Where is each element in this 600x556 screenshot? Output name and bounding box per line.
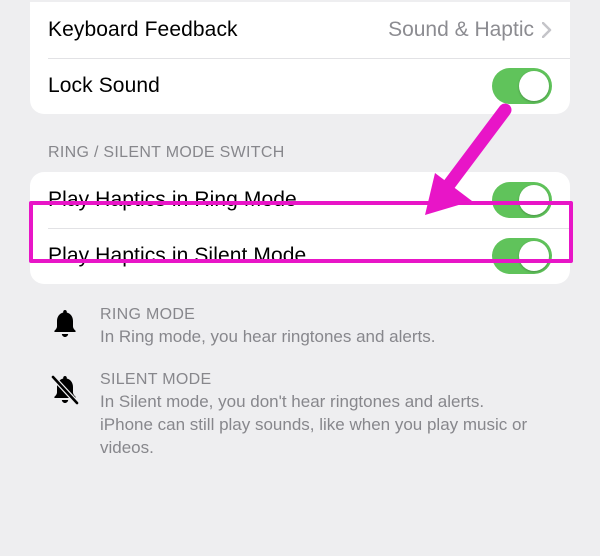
row-play-haptics-ring: Play Haptics in Ring Mode — [30, 172, 570, 228]
row-play-haptics-silent: Play Haptics in Silent Mode — [30, 228, 570, 284]
info-body: In Ring mode, you hear ringtones and ale… — [100, 326, 435, 349]
info-title: RING MODE — [100, 306, 435, 324]
toggle-lock-sound[interactable] — [492, 68, 552, 104]
row-keyboard-feedback[interactable]: Keyboard Feedback Sound & Haptic — [30, 2, 570, 58]
chevron-right-icon — [542, 22, 552, 38]
bell-slash-icon — [48, 371, 82, 407]
row-label: Play Haptics in Ring Mode — [48, 188, 492, 212]
bell-icon — [48, 306, 82, 340]
row-label: Keyboard Feedback — [48, 18, 388, 42]
info-ring-mode: RING MODE In Ring mode, you hear rington… — [48, 306, 552, 349]
settings-group-sounds: Keyboard Feedback Sound & Haptic Lock So… — [30, 2, 570, 114]
row-label: Lock Sound — [48, 74, 492, 98]
row-lock-sound: Lock Sound — [30, 58, 570, 114]
row-label: Play Haptics in Silent Mode — [48, 244, 492, 268]
settings-group-haptics: Play Haptics in Ring Mode Play Haptics i… — [30, 172, 570, 284]
row-value: Sound & Haptic — [388, 18, 534, 42]
toggle-haptics-ring[interactable] — [492, 182, 552, 218]
toggle-haptics-silent[interactable] — [492, 238, 552, 274]
info-title: SILENT MODE — [100, 371, 530, 389]
info-text: RING MODE In Ring mode, you hear rington… — [100, 306, 435, 349]
section-header-ring-silent: RING / SILENT MODE SWITCH — [48, 144, 552, 162]
info-text: SILENT MODE In Silent mode, you don't he… — [100, 371, 530, 460]
info-silent-mode: SILENT MODE In Silent mode, you don't he… — [48, 371, 552, 460]
info-body: In Silent mode, you don't hear ringtones… — [100, 391, 530, 460]
